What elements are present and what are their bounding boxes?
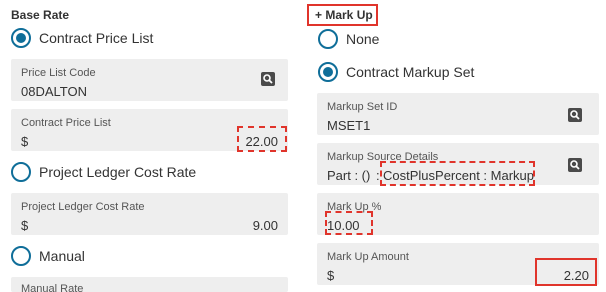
markup-set-id-field[interactable]: Markup Set ID MSET1 (317, 93, 599, 135)
project-ledger-cost-rate-radio[interactable]: Project Ledger Cost Rate (11, 160, 196, 184)
markup-source-details-prefix: Part : () (327, 168, 371, 183)
none-radio[interactable]: None (318, 27, 379, 51)
radio-unselected-icon[interactable] (11, 162, 31, 182)
markup-source-details-highlight (380, 161, 535, 186)
radio-unselected-icon[interactable] (11, 246, 31, 266)
base-rate-title: Base Rate (11, 8, 70, 22)
mark-up-amount-label: Mark Up Amount (327, 251, 409, 263)
contract-price-list-amount-highlight (237, 126, 287, 152)
price-list-code-field[interactable]: Price List Code 08DALTON (11, 59, 288, 101)
contract-markup-set-radio[interactable]: Contract Markup Set (318, 60, 474, 84)
manual-rate-field[interactable]: Manual Rate (11, 277, 288, 292)
radio-selected-icon[interactable] (11, 28, 31, 48)
mark-up-amount-currency: $ (327, 268, 335, 283)
project-ledger-cost-rate-currency: $ (21, 218, 29, 233)
none-label: None (346, 31, 380, 47)
mark-up-title: + Mark Up (315, 8, 373, 22)
manual-label: Manual (39, 248, 85, 264)
price-list-code-label: Price List Code (21, 67, 96, 79)
radio-selected-icon[interactable] (318, 62, 338, 82)
radio-unselected-icon[interactable] (318, 29, 338, 49)
contract-price-list-radio[interactable]: Contract Price List (11, 26, 153, 50)
contract-price-list-field-label: Contract Price List (21, 117, 111, 129)
mark-up-percent-highlight (325, 211, 373, 235)
project-ledger-cost-rate-field[interactable]: Project Ledger Cost Rate $ 9.00 (11, 193, 288, 235)
markup-set-id-label: Markup Set ID (327, 101, 398, 113)
price-list-code-value: 08DALTON (21, 84, 87, 99)
project-ledger-cost-rate-field-label: Project Ledger Cost Rate (21, 201, 145, 213)
search-icon[interactable] (260, 71, 276, 87)
manual-radio[interactable]: Manual (11, 244, 85, 268)
contract-markup-set-label: Contract Markup Set (346, 64, 475, 80)
project-ledger-cost-rate-amount: 9.00 (252, 218, 278, 233)
contract-price-list-currency: $ (21, 134, 29, 149)
search-icon[interactable] (567, 157, 583, 173)
markup-set-id-value: MSET1 (327, 118, 371, 133)
project-ledger-cost-rate-label: Project Ledger Cost Rate (39, 164, 197, 180)
contract-price-list-label: Contract Price List (39, 30, 154, 46)
search-icon[interactable] (567, 107, 583, 123)
manual-rate-label: Manual Rate (21, 283, 84, 292)
mark-up-amount-highlight (535, 258, 597, 286)
